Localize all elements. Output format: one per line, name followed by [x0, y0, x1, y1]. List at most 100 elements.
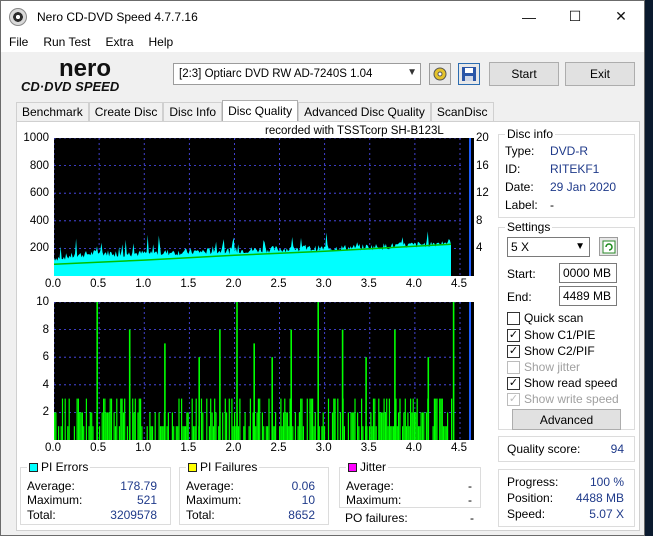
pi-failure-bar: [433, 398, 435, 440]
eject-button[interactable]: [429, 63, 451, 85]
tab-benchmark[interactable]: Benchmark: [16, 102, 89, 122]
pi-failure-bar: [445, 426, 447, 440]
show-c2-pif-checkbox[interactable]: ✓ Show C2/PIF: [507, 344, 595, 358]
show-read-speed-checkbox[interactable]: ✓ Show read speed: [507, 376, 617, 390]
chevron-down-icon: ▼: [407, 67, 417, 78]
drive-select-value: [2:3] Optiarc DVD RW AD-7240S 1.04: [179, 68, 373, 80]
pi-failure-bar: [140, 398, 142, 440]
pi-failure-bar: [110, 398, 113, 440]
pi-failure-bar: [85, 398, 87, 440]
pi-failure-bar: [58, 426, 60, 440]
pi-failure-spike: [290, 329, 292, 440]
maximize-button[interactable]: ☐: [552, 1, 598, 32]
menu-run-test[interactable]: Run Test: [35, 35, 97, 49]
x-tick-label: 0.0: [45, 278, 61, 290]
tab-create-disc[interactable]: Create Disc: [88, 102, 164, 122]
speed-label: Speed:: [507, 507, 546, 521]
disc-info-title: Disc info: [505, 127, 556, 141]
quality-score-label: Quality score:: [507, 442, 581, 456]
drive-select[interactable]: [2:3] Optiarc DVD RW AD-7240S 1.04 ▼: [173, 63, 421, 85]
pi-failure-bar: [187, 412, 189, 440]
pi-failure-bar: [64, 398, 66, 440]
pi-failure-bar: [120, 398, 122, 440]
pi-failure-bar: [194, 426, 196, 440]
pi-failure-bar: [353, 412, 355, 440]
quick-scan-checkbox[interactable]: Quick scan: [507, 311, 583, 325]
pi-failure-bar: [73, 426, 75, 440]
pi-failure-bar: [309, 398, 311, 440]
pi-failure-bar: [185, 426, 187, 440]
menu-file[interactable]: File: [1, 35, 35, 49]
advanced-button[interactable]: Advanced: [512, 409, 621, 430]
pi-errors-group: PI Errors Average: 178.79 Maximum: 521 T…: [20, 460, 171, 525]
pi-failure-bar: [281, 426, 283, 440]
pi-failure-bar: [234, 412, 236, 440]
exit-button[interactable]: Exit: [565, 62, 635, 86]
save-button[interactable]: [458, 63, 480, 85]
pi-failure-bar: [447, 412, 449, 440]
show-c2-pif-label: Show C2/PIF: [524, 344, 595, 358]
disc-label-label: Label:: [505, 198, 538, 212]
speed-select[interactable]: 5 X ▼: [507, 237, 590, 257]
x-tick-label: 4.5: [451, 442, 467, 454]
pi-errors-title: PI Errors: [27, 460, 91, 474]
pi-failure-bar: [333, 398, 335, 440]
pi-failure-bar: [435, 398, 437, 440]
x-tick-label: 0.5: [90, 442, 107, 454]
checkmark-icon: ✓: [507, 328, 520, 342]
menu-extra[interactable]: Extra: [97, 35, 140, 49]
tab-scandisc[interactable]: ScanDisc: [430, 102, 494, 122]
disc-info-group: Disc info Type: DVD-R ID: RITEKF1 Date: …: [498, 127, 635, 218]
pi-failure-bar: [68, 398, 70, 440]
pi-failure-bar: [265, 426, 267, 440]
pi-failure-bar: [116, 398, 118, 440]
start-button[interactable]: Start: [489, 62, 559, 86]
disc-date-value: 29 Jan 2020: [550, 180, 617, 194]
pi-failures-title-text: PI Failures: [200, 460, 258, 474]
quick-scan-label: Quick scan: [524, 311, 584, 325]
pi-failure-bar: [55, 412, 57, 440]
tab-advanced-disc-quality[interactable]: Advanced Disc Quality: [298, 102, 431, 122]
pi-failure-bar: [396, 426, 398, 440]
pi-failure-bar: [444, 426, 446, 440]
y2-tick-label: 4: [476, 242, 483, 255]
close-button[interactable]: ✕: [598, 1, 644, 32]
refresh-button[interactable]: [599, 237, 618, 256]
pi-failure-bar: [91, 412, 93, 440]
pi-failure-bar: [347, 412, 349, 440]
y2-tick-label: 8: [476, 214, 483, 227]
pi-failure-bar: [255, 426, 257, 440]
pi-failure-bar: [134, 398, 136, 440]
nero-logo: nero CD·DVD SPEED: [21, 56, 120, 94]
pi-failure-spike: [219, 329, 221, 440]
disc-id-value: RITEKF1: [550, 162, 600, 176]
pi-errors-max-label: Maximum:: [27, 493, 83, 507]
tab-disc-quality[interactable]: Disc Quality: [222, 100, 299, 122]
jitter-max-label: Maximum:: [346, 493, 402, 507]
pi-failure-bar: [298, 412, 300, 440]
pi-failure-bar: [306, 398, 308, 440]
pi-failure-spike: [341, 329, 344, 440]
end-input[interactable]: 4489 MB: [559, 286, 617, 306]
pi-failure-spike: [164, 343, 166, 440]
pi-failure-bar: [374, 398, 376, 440]
pi-failure-bar: [402, 426, 404, 440]
pi-failure-bar: [357, 412, 359, 440]
pi-failure-bar: [202, 412, 204, 440]
tab-disc-info[interactable]: Disc Info: [163, 102, 223, 122]
pi-failure-bar: [302, 426, 304, 440]
show-c1-pie-checkbox[interactable]: ✓ Show C1/PIE: [507, 328, 595, 342]
menu-help[interactable]: Help: [141, 35, 181, 49]
y-tick-label: 6: [42, 351, 49, 364]
x-tick-label: 0.0: [45, 442, 61, 454]
pi-failure-bar: [273, 426, 275, 440]
pi-failure-bar: [432, 426, 434, 440]
start-input[interactable]: 0000 MB: [559, 263, 617, 283]
pi-failure-bar: [297, 426, 299, 440]
y-tick-label: 8: [42, 323, 49, 336]
refresh-icon: [602, 240, 615, 253]
show-jitter-checkbox: Show jitter: [507, 360, 580, 374]
pi-failures-total-label: Total:: [186, 508, 215, 522]
minimize-button[interactable]: —: [506, 1, 552, 32]
pi-failure-bar: [408, 426, 410, 440]
